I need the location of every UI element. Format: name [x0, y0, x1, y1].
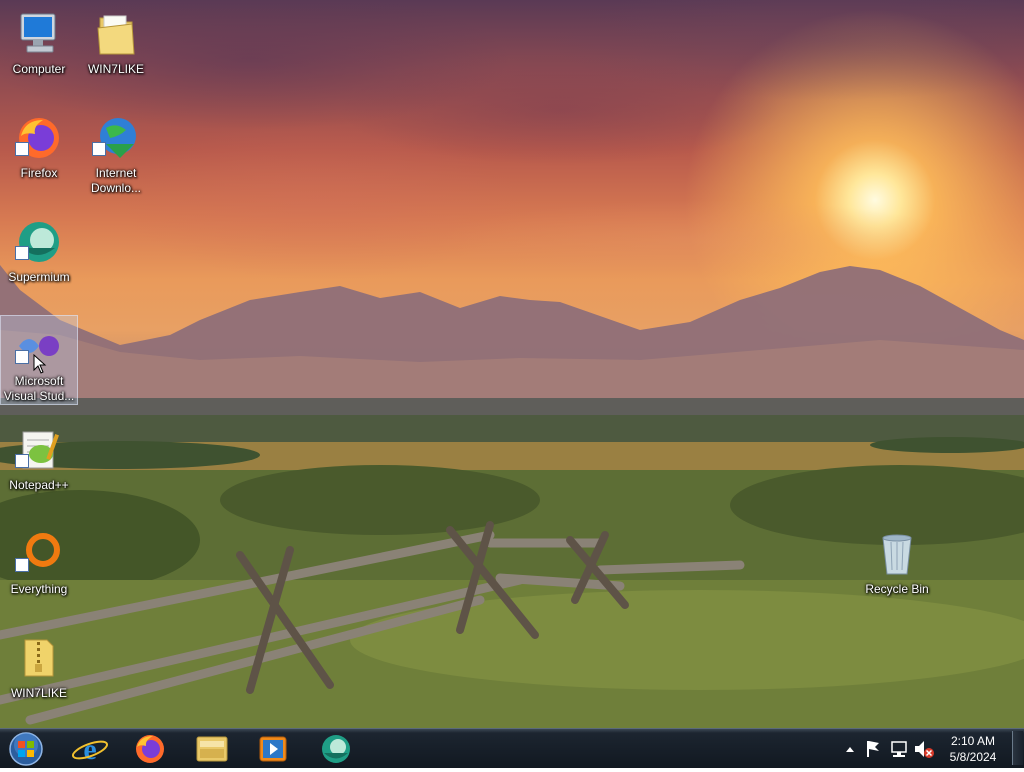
desktop-wallpaper[interactable]: Computer WIN7LIKE Firefox Internet Downl… — [0, 0, 1024, 728]
desktop-icon-recycle-bin[interactable]: Recycle Bin — [859, 524, 935, 612]
clock-date: 5/8/2024 — [949, 750, 997, 764]
shortcut-arrow-icon — [15, 558, 29, 572]
clock-time: 2:10 AM — [950, 734, 996, 748]
shortcut-arrow-icon — [15, 350, 29, 364]
shortcut-arrow-icon — [92, 142, 106, 156]
desktop-icon-label: Firefox — [20, 166, 58, 180]
system-clock[interactable]: 2:10 AM 5/8/2024 — [938, 733, 1008, 765]
volume-muted-icon[interactable] — [913, 729, 935, 769]
shortcut-arrow-icon — [15, 142, 29, 156]
desktop-icon-win7like-zip[interactable]: WIN7LIKE — [1, 628, 77, 716]
taskbar-internet-explorer[interactable]: e — [64, 731, 116, 767]
taskbar-firefox[interactable] — [124, 731, 176, 767]
taskbar-supermium[interactable] — [310, 731, 362, 767]
desktop-icon-label: Recycle Bin — [865, 582, 929, 596]
desktop-icon-everything[interactable]: Everything — [1, 524, 77, 612]
firefox-icon — [136, 735, 164, 763]
shortcut-arrow-icon — [15, 246, 29, 260]
folder-icon — [97, 15, 135, 55]
desktop-icon-supermium[interactable]: Supermium — [1, 212, 77, 300]
desktop-icon-label: Computer — [12, 62, 66, 76]
recycle-bin-icon — [882, 534, 912, 575]
internet-explorer-icon: e — [71, 733, 109, 766]
network-icon[interactable] — [889, 729, 909, 769]
desktop-icon-internet-download-manager[interactable]: Internet Downlo... — [78, 108, 154, 196]
desktop-icon-computer[interactable]: Computer — [1, 4, 77, 92]
action-center-flag-icon[interactable] — [864, 729, 882, 769]
file-explorer-icon — [196, 736, 228, 762]
desktop-icon-label: Supermium — [8, 270, 70, 284]
desktop-icon-label: Notepad++ — [9, 478, 69, 492]
taskbar-file-explorer[interactable] — [186, 731, 238, 767]
desktop-icon-label: Internet Downlo... — [90, 166, 142, 195]
desktop-icon-notepad-plus-plus[interactable]: Notepad++ — [1, 420, 77, 508]
zip-folder-icon — [24, 639, 54, 677]
taskbar: e 2:10 AM 5/8/2024 — [0, 728, 1024, 768]
mouse-pointer-icon — [33, 354, 47, 374]
show-desktop-button[interactable] — [1012, 731, 1023, 765]
svg-text:e: e — [83, 733, 96, 766]
desktop-icon-label: Everything — [10, 582, 68, 596]
computer-icon — [20, 13, 56, 53]
desktop-icon-firefox[interactable]: Firefox — [1, 108, 77, 196]
media-player-icon — [259, 736, 287, 762]
shortcut-arrow-icon — [15, 454, 29, 468]
show-hidden-icons-arrow-icon[interactable] — [844, 729, 856, 769]
windows-start-orb-icon[interactable] — [6, 731, 46, 767]
desktop-icon-win7like-folder[interactable]: WIN7LIKE — [78, 4, 154, 92]
desktop-icon-label: Microsoft Visual Stud... — [3, 374, 75, 403]
desktop-icon-label: WIN7LIKE — [10, 686, 67, 700]
desktop-icon-label: WIN7LIKE — [87, 62, 144, 76]
supermium-icon — [322, 735, 350, 763]
taskbar-media-player[interactable] — [247, 731, 299, 767]
